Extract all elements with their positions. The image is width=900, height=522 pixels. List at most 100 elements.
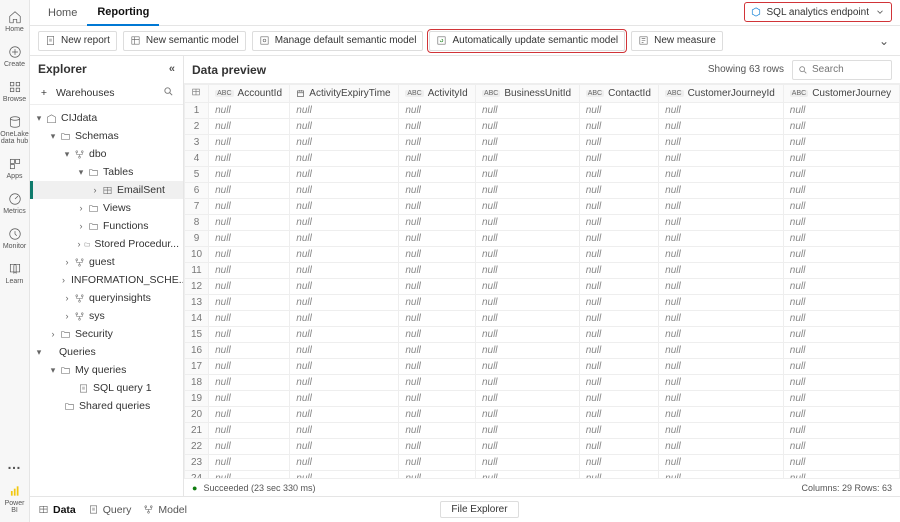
rail-onelake[interactable]: OneLake data hub <box>1 111 29 151</box>
table-row[interactable]: 2nullnullnullnullnullnullnull <box>185 119 900 135</box>
table-row[interactable]: 4nullnullnullnullnullnullnull <box>185 151 900 167</box>
chevron-down-icon <box>875 7 885 17</box>
rail-browse[interactable]: Browse <box>1 76 29 109</box>
rail-home[interactable]: Home <box>1 6 29 39</box>
cell: null <box>659 295 784 311</box>
tree-shared-queries[interactable]: Shared queries <box>30 397 183 415</box>
column-header[interactable]: ABCAccountId <box>209 85 290 103</box>
column-header[interactable]: ABCBusinessUnitId <box>475 85 579 103</box>
manage-default-semantic-model-button[interactable]: Manage default semantic model <box>252 31 424 51</box>
cell: null <box>209 199 290 215</box>
tree-schemas[interactable]: ▾Schemas <box>30 127 183 145</box>
table-row[interactable]: 22nullnullnullnullnullnullnull <box>185 439 900 455</box>
tree-sql-query-1[interactable]: SQL query 1 <box>30 379 183 397</box>
column-header[interactable]: ABCCustomerJourneyId <box>659 85 784 103</box>
endpoint-dropdown[interactable]: SQL analytics endpoint <box>744 2 892 22</box>
bottom-tab-model[interactable]: Model <box>143 504 187 516</box>
cell: null <box>290 215 399 231</box>
cell: null <box>290 455 399 471</box>
rail-monitor[interactable]: Monitor <box>1 223 29 256</box>
top-tabbar: Home Reporting SQL analytics endpoint <box>30 0 900 26</box>
table-row[interactable]: 11nullnullnullnullnullnullnull <box>185 263 900 279</box>
bottom-tab-query[interactable]: Query <box>88 504 132 516</box>
table-row[interactable]: 3nullnullnullnullnullnullnull <box>185 135 900 151</box>
table-row[interactable]: 23nullnullnullnullnullnullnull <box>185 455 900 471</box>
tree-emailsent[interactable]: ›EmailSent <box>30 181 183 199</box>
table-row[interactable]: 20nullnullnullnullnullnullnull <box>185 407 900 423</box>
tree-guest[interactable]: ›guest <box>30 253 183 271</box>
table-row[interactable]: 8nullnullnullnullnullnullnull <box>185 215 900 231</box>
table-row[interactable]: 5nullnullnullnullnullnullnull <box>185 167 900 183</box>
rail-more[interactable]: … <box>7 450 22 478</box>
file-explorer-button[interactable]: File Explorer <box>440 501 518 518</box>
column-header[interactable]: ABCCustomerJourney <box>783 85 899 103</box>
warehouses-row[interactable]: + Warehouses <box>30 82 183 105</box>
tree-cijdata[interactable]: ▾CIJdata <box>30 109 183 127</box>
search-icon[interactable] <box>163 86 175 100</box>
warehouses-label: Warehouses <box>56 87 157 99</box>
model-icon <box>143 504 154 515</box>
tree-information-schema[interactable]: ›INFORMATION_SCHE... <box>30 271 183 289</box>
cell: null <box>399 151 476 167</box>
manage-model-icon <box>259 35 270 46</box>
table-row[interactable]: 21nullnullnullnullnullnullnull <box>185 423 900 439</box>
table-row[interactable]: 6nullnullnullnullnullnullnull <box>185 183 900 199</box>
table-row[interactable]: 12nullnullnullnullnullnullnull <box>185 279 900 295</box>
table-row[interactable]: 10nullnullnullnullnullnullnull <box>185 247 900 263</box>
tree-queryinsights[interactable]: ›queryinsights <box>30 289 183 307</box>
rail-apps[interactable]: Apps <box>1 153 29 186</box>
tree-views[interactable]: ›Views <box>30 199 183 217</box>
cube-icon <box>751 7 761 17</box>
cell: null <box>209 151 290 167</box>
preview-search-input[interactable] <box>812 64 882 75</box>
cell: null <box>659 279 784 295</box>
column-header[interactable]: ActivityExpiryTime <box>290 85 399 103</box>
table-row[interactable]: 17nullnullnullnullnullnullnull <box>185 359 900 375</box>
column-header[interactable]: ABCContactId <box>579 85 658 103</box>
table-row[interactable]: 19nullnullnullnullnullnullnull <box>185 391 900 407</box>
rail-powerbi[interactable]: Power BI <box>1 480 29 522</box>
explorer-collapse[interactable]: « <box>169 63 175 75</box>
table-row[interactable]: 15nullnullnullnullnullnullnull <box>185 327 900 343</box>
cell: null <box>783 279 899 295</box>
column-header[interactable]: ABCActivityId <box>399 85 476 103</box>
table-row[interactable]: 16nullnullnullnullnullnullnull <box>185 343 900 359</box>
row-number: 17 <box>185 359 209 375</box>
tree-my-queries[interactable]: ▾My queries <box>30 361 183 379</box>
tab-home[interactable]: Home <box>38 0 87 26</box>
cell: null <box>209 167 290 183</box>
cell: null <box>209 375 290 391</box>
tree-queries[interactable]: ▾Queries <box>30 343 183 361</box>
rail-create[interactable]: Create <box>1 41 29 74</box>
auto-update-semantic-model-button[interactable]: Automatically update semantic model <box>429 31 625 51</box>
new-semantic-model-button[interactable]: New semantic model <box>123 31 246 51</box>
table-row[interactable]: 18nullnullnullnullnullnullnull <box>185 375 900 391</box>
toolbar-overflow[interactable]: ⌄ <box>876 34 892 48</box>
folder-icon <box>88 221 99 232</box>
table-row[interactable]: 1nullnullnullnullnullnullnull <box>185 103 900 119</box>
data-grid[interactable]: ABCAccountIdActivityExpiryTimeABCActivit… <box>184 84 900 478</box>
cell: null <box>579 375 658 391</box>
tree-stored-procedures[interactable]: ›Stored Procedur... <box>30 235 183 253</box>
row-number: 22 <box>185 439 209 455</box>
tree-security[interactable]: ›Security <box>30 325 183 343</box>
new-report-button[interactable]: New report <box>38 31 117 51</box>
table-row[interactable]: 13nullnullnullnullnullnullnull <box>185 295 900 311</box>
cell: null <box>783 247 899 263</box>
table-row[interactable]: 14nullnullnullnullnullnullnull <box>185 311 900 327</box>
cell: null <box>579 311 658 327</box>
rail-learn[interactable]: Learn <box>1 258 29 291</box>
bottom-tab-data[interactable]: Data <box>38 504 76 516</box>
table-row[interactable]: 7nullnullnullnullnullnullnull <box>185 199 900 215</box>
tree-tables[interactable]: ▾Tables <box>30 163 183 181</box>
new-measure-button[interactable]: New measure <box>631 31 723 51</box>
table-row[interactable]: 24nullnullnullnullnullnullnull <box>185 471 900 479</box>
preview-search[interactable] <box>792 60 892 80</box>
tree-dbo[interactable]: ▾dbo <box>30 145 183 163</box>
tree-functions[interactable]: ›Functions <box>30 217 183 235</box>
row-number-header <box>185 85 209 103</box>
tree-sys[interactable]: ›sys <box>30 307 183 325</box>
rail-metrics[interactable]: Metrics <box>1 188 29 221</box>
table-row[interactable]: 9nullnullnullnullnullnullnull <box>185 231 900 247</box>
tab-reporting[interactable]: Reporting <box>87 0 159 26</box>
